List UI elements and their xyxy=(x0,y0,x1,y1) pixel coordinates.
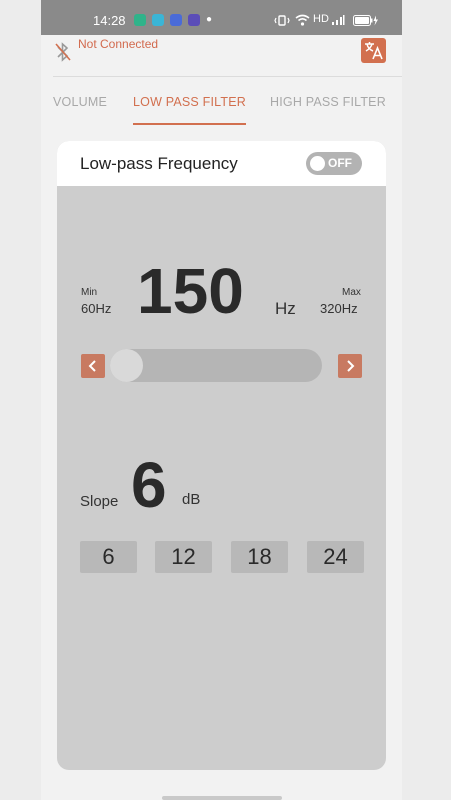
filter-toggle[interactable]: OFF xyxy=(306,152,362,175)
vibrate-icon xyxy=(274,15,290,26)
card-header: Low-pass Frequency OFF xyxy=(57,141,386,186)
max-label: Max xyxy=(342,287,361,298)
filter-card: Low-pass Frequency OFF Min 60Hz 150 Hz M… xyxy=(57,141,386,770)
app-header: Not Connected xyxy=(41,35,402,77)
phone-screen: 14:28 ● HD Not Connected VOLUME LOW PASS… xyxy=(41,0,402,800)
slider-thumb[interactable] xyxy=(110,349,143,382)
toggle-label: OFF xyxy=(328,156,352,170)
tab-low-pass-filter[interactable]: LOW PASS FILTER xyxy=(133,95,246,109)
more-notifications-icon: ● xyxy=(206,14,213,25)
bluetooth-disconnected-icon[interactable] xyxy=(53,41,73,63)
min-value: 60Hz xyxy=(81,301,112,316)
notification-app-icon xyxy=(152,14,164,26)
chevron-right-icon xyxy=(347,360,355,372)
frequency-value: 150 xyxy=(137,255,244,327)
chevron-left-icon xyxy=(88,360,96,372)
slope-option-6[interactable]: 6 xyxy=(80,541,137,573)
notification-app-icon xyxy=(134,14,146,26)
connection-status: Not Connected xyxy=(78,37,159,51)
slope-label: Slope xyxy=(80,493,119,510)
slope-option-12[interactable]: 12 xyxy=(155,541,212,573)
home-indicator[interactable] xyxy=(162,796,282,800)
translate-button[interactable] xyxy=(361,38,386,63)
battery-icon xyxy=(353,15,378,26)
notification-app-icon xyxy=(188,14,200,26)
card-title: Low-pass Frequency xyxy=(80,154,238,173)
min-label: Min xyxy=(81,287,98,298)
tab-volume[interactable]: VOLUME xyxy=(53,95,107,109)
max-value: 320Hz xyxy=(320,301,358,316)
notification-app-icon xyxy=(170,14,182,26)
translate-icon xyxy=(365,42,383,60)
active-tab-indicator xyxy=(133,123,246,125)
signal-icon xyxy=(332,15,345,25)
slope-option-18[interactable]: 18 xyxy=(231,541,288,573)
increase-frequency-button[interactable] xyxy=(338,354,362,378)
slope-unit: dB xyxy=(182,491,201,508)
decrease-frequency-button[interactable] xyxy=(81,354,105,378)
tab-high-pass-filter[interactable]: HIGH PASS FILTER xyxy=(270,95,386,109)
slope-option-24[interactable]: 24 xyxy=(307,541,364,573)
tab-bar: VOLUME LOW PASS FILTER HIGH PASS FILTER xyxy=(41,77,402,127)
slope-value: 6 xyxy=(131,449,167,521)
frequency-unit: Hz xyxy=(275,299,296,318)
toggle-knob xyxy=(310,156,325,171)
network-type-label: HD xyxy=(313,13,329,25)
frequency-slider[interactable] xyxy=(110,349,322,382)
status-bar: 14:28 ● HD xyxy=(41,0,402,35)
wifi-icon xyxy=(295,14,310,26)
status-time: 14:28 xyxy=(93,13,126,28)
